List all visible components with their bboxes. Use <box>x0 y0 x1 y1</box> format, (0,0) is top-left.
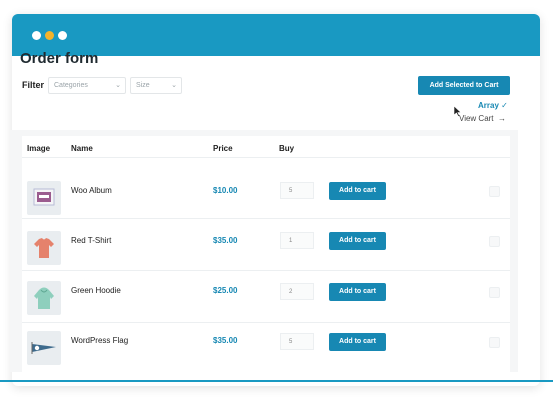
product-thumbnail <box>27 181 61 215</box>
column-header-buy: Buy <box>279 144 295 153</box>
chevron-down-icon: ⌄ <box>171 82 177 89</box>
select-checkbox[interactable] <box>489 236 500 247</box>
checkmark-icon: ✓ <box>501 101 508 110</box>
column-header-name: Name <box>71 144 93 153</box>
product-name: Woo Album <box>71 186 112 195</box>
product-name: WordPress Flag <box>71 336 129 345</box>
array-label: Array ✓ <box>478 101 508 110</box>
size-select[interactable]: Size ⌄ <box>130 77 182 94</box>
page-title: Order form <box>20 50 99 67</box>
row-divider <box>22 157 510 158</box>
chevron-down-icon: ⌄ <box>115 82 121 89</box>
album-icon <box>33 188 55 206</box>
select-checkbox[interactable] <box>489 287 500 298</box>
array-label-text: Array <box>478 101 499 110</box>
product-thumbnail <box>27 281 61 315</box>
add-to-cart-button[interactable]: Add to cart <box>329 182 386 200</box>
flag-icon <box>31 342 56 354</box>
add-selected-to-cart-button[interactable]: Add Selected to Cart <box>418 76 510 95</box>
product-price: $25.00 <box>213 286 238 295</box>
quantity-input[interactable]: 1 <box>280 232 314 249</box>
hoodie-icon <box>34 287 54 309</box>
product-price: $35.00 <box>213 236 238 245</box>
window-dot-icon <box>45 31 54 40</box>
window-dot-icon <box>32 31 41 40</box>
categories-select-text: Categories <box>54 82 88 89</box>
add-to-cart-button[interactable]: Add to cart <box>329 283 386 301</box>
quantity-input[interactable]: 5 <box>280 182 314 199</box>
window-dot-icon <box>58 31 67 40</box>
add-to-cart-button[interactable]: Add to cart <box>329 333 386 351</box>
size-select-text: Size <box>136 82 150 89</box>
bottom-divider <box>0 380 553 382</box>
row-divider <box>22 322 510 323</box>
row-divider <box>22 270 510 271</box>
add-to-cart-button[interactable]: Add to cart <box>329 232 386 250</box>
view-cart-link[interactable]: View Cart → <box>459 114 506 123</box>
column-header-price: Price <box>213 144 233 153</box>
product-name: Green Hoodie <box>71 286 121 295</box>
select-checkbox[interactable] <box>489 337 500 348</box>
product-price: $10.00 <box>213 186 238 195</box>
select-checkbox[interactable] <box>489 186 500 197</box>
product-name: Red T-Shirt <box>71 236 112 245</box>
view-cart-text: View Cart <box>459 114 494 123</box>
filter-label: Filter <box>22 80 45 90</box>
product-thumbnail <box>27 331 61 365</box>
arrow-right-icon: → <box>495 114 506 123</box>
product-thumbnail <box>27 231 61 265</box>
product-price: $35.00 <box>213 336 238 345</box>
categories-select[interactable]: Categories ⌄ <box>48 77 126 94</box>
quantity-input[interactable]: 2 <box>280 283 314 300</box>
tshirt-icon <box>34 238 54 258</box>
column-header-image: Image <box>27 144 51 153</box>
row-divider <box>22 218 510 219</box>
quantity-input[interactable]: 5 <box>280 333 314 350</box>
